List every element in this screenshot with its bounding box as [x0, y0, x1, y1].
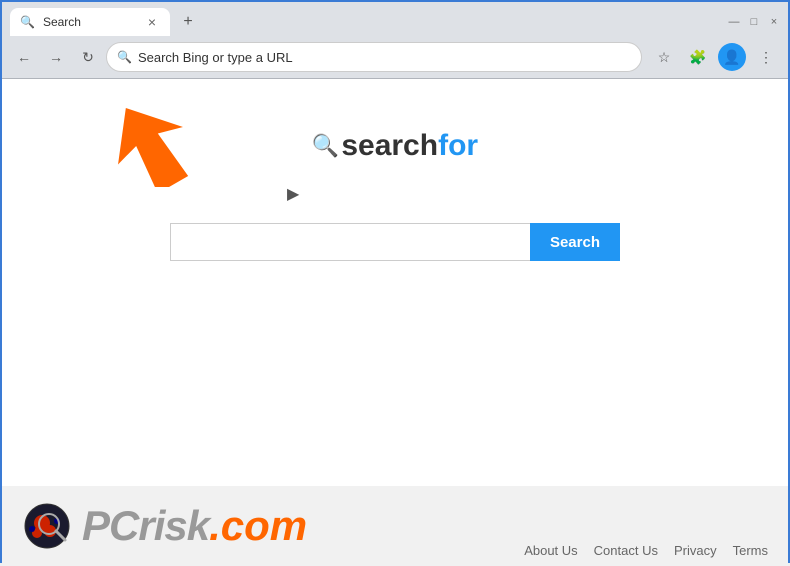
refresh-icon: ↻ — [82, 49, 94, 66]
new-tab-button[interactable]: + — [174, 8, 202, 36]
logo-search-text: search — [341, 129, 438, 162]
tab-title: Search — [43, 15, 136, 29]
pc-text: PC — [82, 502, 138, 549]
orange-arrow-annotation — [102, 97, 212, 192]
back-button[interactable]: ← — [10, 43, 38, 71]
tab-favicon: 🔍 — [20, 15, 35, 29]
search-area: Search — [170, 223, 620, 261]
window-controls: — □ × — [728, 16, 780, 28]
logo-search-icon: 🔍 — [312, 133, 339, 159]
refresh-button[interactable]: ↻ — [74, 43, 102, 71]
page-content: 🔍 searchfor ▶ Search PCris — [2, 79, 788, 566]
search-button[interactable]: Search — [530, 223, 620, 261]
privacy-link[interactable]: Privacy — [674, 543, 717, 558]
back-icon: ← — [17, 49, 31, 65]
profile-icon[interactable]: 👤 — [718, 43, 746, 71]
browser-nav-icons: ☆ 🧩 👤 ⋮ — [650, 43, 780, 71]
browser-tab[interactable]: 🔍 Search × — [10, 8, 170, 36]
mouse-cursor: ▶ — [287, 184, 299, 204]
minimize-button[interactable]: — — [728, 16, 740, 28]
pcrisk-brand-text: PCrisk.com — [82, 502, 307, 550]
risk-text: risk — [138, 502, 209, 549]
footer-watermark: PCrisk.com About Us Contact Us Privacy T… — [2, 486, 788, 566]
pcrisk-mascot-icon — [22, 501, 72, 551]
address-bar[interactable]: 🔍 Search Bing or type a URL — [106, 42, 642, 72]
menu-icon[interactable]: ⋮ — [752, 43, 780, 71]
about-us-link[interactable]: About Us — [524, 543, 577, 558]
browser-chrome: 🔍 Search × + — □ × ← → ↻ 🔍 Search Bing o… — [2, 2, 788, 79]
forward-icon: → — [49, 49, 63, 65]
logo-text: searchfor — [341, 129, 478, 163]
tab-close-icon[interactable]: × — [144, 14, 160, 30]
search-input[interactable] — [170, 223, 530, 261]
logo-area: 🔍 searchfor — [312, 129, 478, 163]
pcrisk-logo: PCrisk.com — [22, 501, 307, 551]
maximize-button[interactable]: □ — [748, 16, 760, 28]
forward-button[interactable]: → — [42, 43, 70, 71]
contact-us-link[interactable]: Contact Us — [594, 543, 658, 558]
title-bar: 🔍 Search × + — □ × — [2, 2, 788, 36]
dotcom-text: .com — [209, 502, 307, 549]
close-button[interactable]: × — [768, 16, 780, 28]
extensions-icon[interactable]: 🧩 — [684, 43, 712, 71]
nav-bar: ← → ↻ 🔍 Search Bing or type a URL ☆ 🧩 👤 … — [2, 36, 788, 78]
address-text: Search Bing or type a URL — [138, 50, 631, 65]
terms-link[interactable]: Terms — [733, 543, 768, 558]
logo-for-text: for — [438, 129, 478, 162]
favorites-icon[interactable]: ☆ — [650, 43, 678, 71]
address-search-icon: 🔍 — [117, 50, 132, 64]
